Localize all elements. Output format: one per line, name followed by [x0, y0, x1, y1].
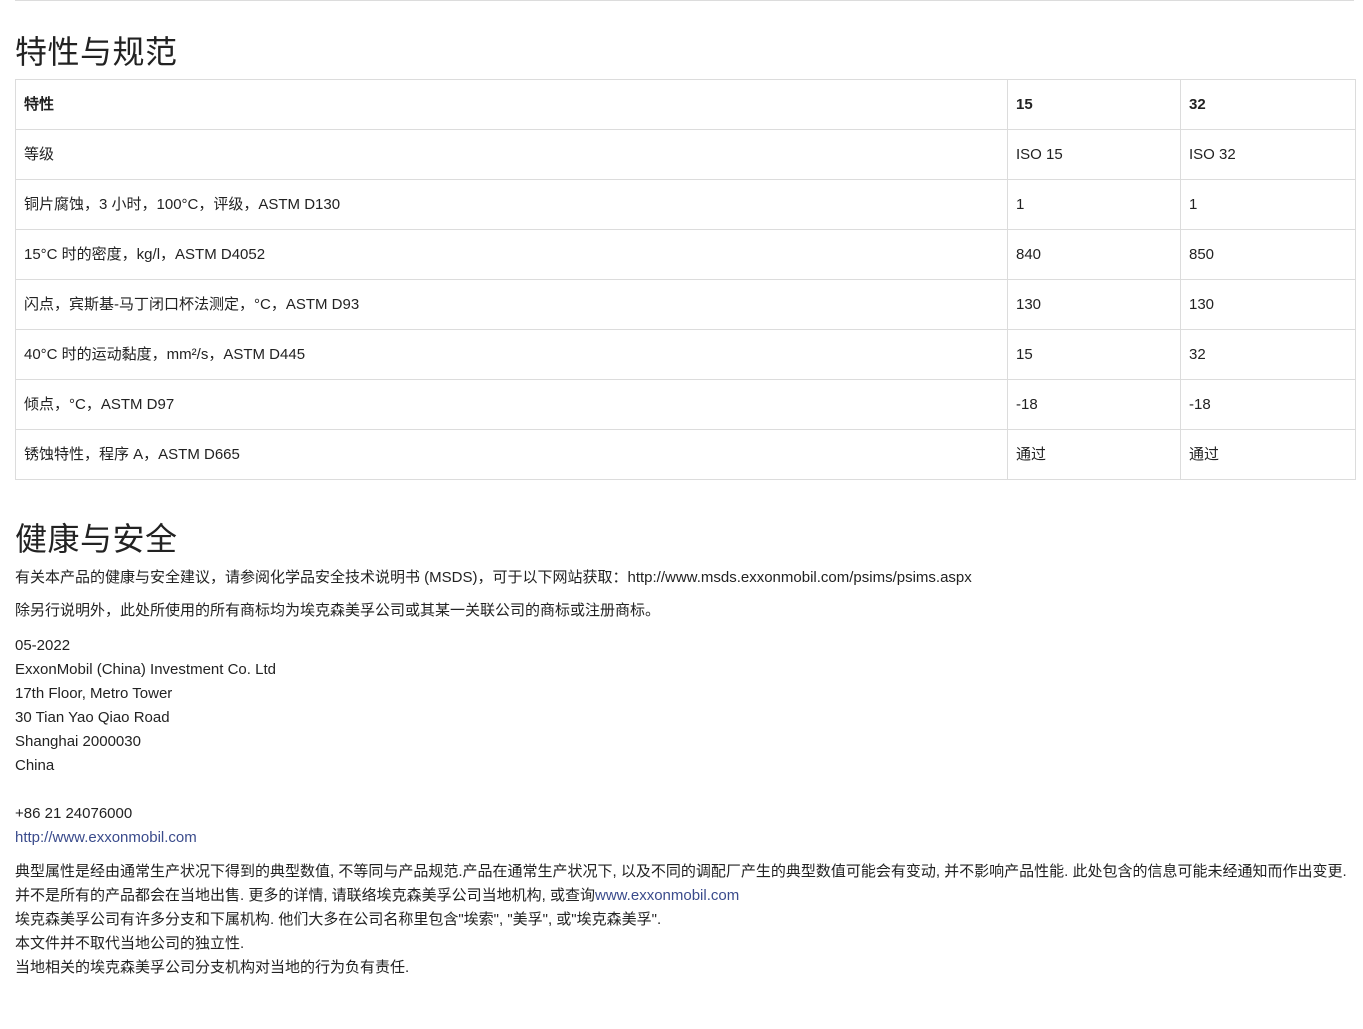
header-grade-15: 15 [1007, 79, 1181, 130]
table-row: 15°C 时的密度，kg/l，ASTM D4052 840 850 [15, 229, 1356, 280]
trademark-paragraph: 除另行说明外，此处所使用的所有商标均为埃克森美孚公司或其某一关联公司的商标或注册… [15, 602, 661, 619]
address-line: 30 Tian Yao Qiao Road [15, 709, 170, 726]
company-name: ExxonMobil (China) Investment Co. Ltd [15, 661, 276, 678]
health-safety-heading: 健康与安全 [15, 521, 178, 557]
exxonmobil-link[interactable]: www.exxonmobil.com [595, 887, 739, 904]
value-15: 通过 [1007, 429, 1181, 480]
table-row: 40°C 时的运动黏度，mm²/s，ASTM D445 15 32 [15, 329, 1356, 380]
property-name: 等级 [15, 129, 1008, 180]
property-name: 倾点，°C，ASTM D97 [15, 379, 1008, 430]
table-row: 等级 ISO 15 ISO 32 [15, 129, 1356, 180]
msds-paragraph: 有关本产品的健康与安全建议，请参阅化学品安全技术说明书 (MSDS)，可于以下网… [15, 569, 972, 586]
property-name: 锈蚀特性，程序 A，ASTM D665 [15, 429, 1008, 480]
table-header-row: 特性 15 32 [15, 79, 1356, 130]
properties-heading: 特性与规范 [15, 34, 178, 70]
property-name: 铜片腐蚀，3 小时，100°C，评级，ASTM D130 [15, 179, 1008, 230]
property-name: 15°C 时的密度，kg/l，ASTM D4052 [15, 229, 1008, 280]
revision-date: 05-2022 [15, 637, 71, 654]
header-grade-32: 32 [1180, 79, 1356, 130]
value-32: 通过 [1180, 429, 1356, 480]
value-15: 840 [1007, 229, 1181, 280]
address-line: Shanghai 2000030 [15, 733, 141, 750]
property-name: 闪点，宾斯基-马丁闭口杯法测定，°C，ASTM D93 [15, 279, 1008, 330]
company-address-block: 05-2022 ExxonMobil (China) Investment Co… [15, 634, 276, 850]
value-15: 15 [1007, 329, 1181, 380]
value-15: 130 [1007, 279, 1181, 330]
address-line: 17th Floor, Metro Tower [15, 685, 173, 702]
table-row: 铜片腐蚀，3 小时，100°C，评级，ASTM D130 1 1 [15, 179, 1356, 230]
disclaimer-affiliates: 埃克森美孚公司有许多分支和下属机构. 他们大多在公司名称里包含"埃索", "美孚… [15, 911, 662, 928]
header-property: 特性 [15, 79, 1008, 130]
table-row: 倾点，°C，ASTM D97 -18 -18 [15, 379, 1356, 430]
value-32: 32 [1180, 329, 1356, 380]
property-name: 40°C 时的运动黏度，mm²/s，ASTM D445 [15, 329, 1008, 380]
value-15: -18 [1007, 379, 1181, 430]
disclaimer-independence: 本文件并不取代当地公司的独立性. [15, 935, 245, 952]
disclaimer-paragraph: 典型属性是经由通常生产状况下得到的典型数值, 不等同与产品规范.产品在通常生产状… [15, 860, 1355, 908]
value-15: 1 [1007, 179, 1181, 230]
disclaimer-responsibility: 当地相关的埃克森美孚公司分支机构对当地的行为负有责任. [15, 959, 410, 976]
properties-table: 特性 15 32 等级 ISO 15 ISO 32 铜片腐蚀，3 小时，100°… [15, 79, 1356, 480]
website-link[interactable]: http://www.exxonmobil.com [15, 829, 197, 846]
value-15: ISO 15 [1007, 129, 1181, 180]
value-32: 130 [1180, 279, 1356, 330]
table-row: 锈蚀特性，程序 A，ASTM D665 通过 通过 [15, 429, 1356, 480]
disclaimer-block: 典型属性是经由通常生产状况下得到的典型数值, 不等同与产品规范.产品在通常生产状… [15, 860, 1355, 980]
address-country: China [15, 757, 55, 774]
value-32: 1 [1180, 179, 1356, 230]
table-row: 闪点，宾斯基-马丁闭口杯法测定，°C，ASTM D93 130 130 [15, 279, 1356, 330]
value-32: -18 [1180, 379, 1356, 430]
top-divider [15, 0, 1354, 1]
value-32: 850 [1180, 229, 1356, 280]
phone-number: +86 21 24076000 [15, 805, 133, 822]
value-32: ISO 32 [1180, 129, 1356, 180]
